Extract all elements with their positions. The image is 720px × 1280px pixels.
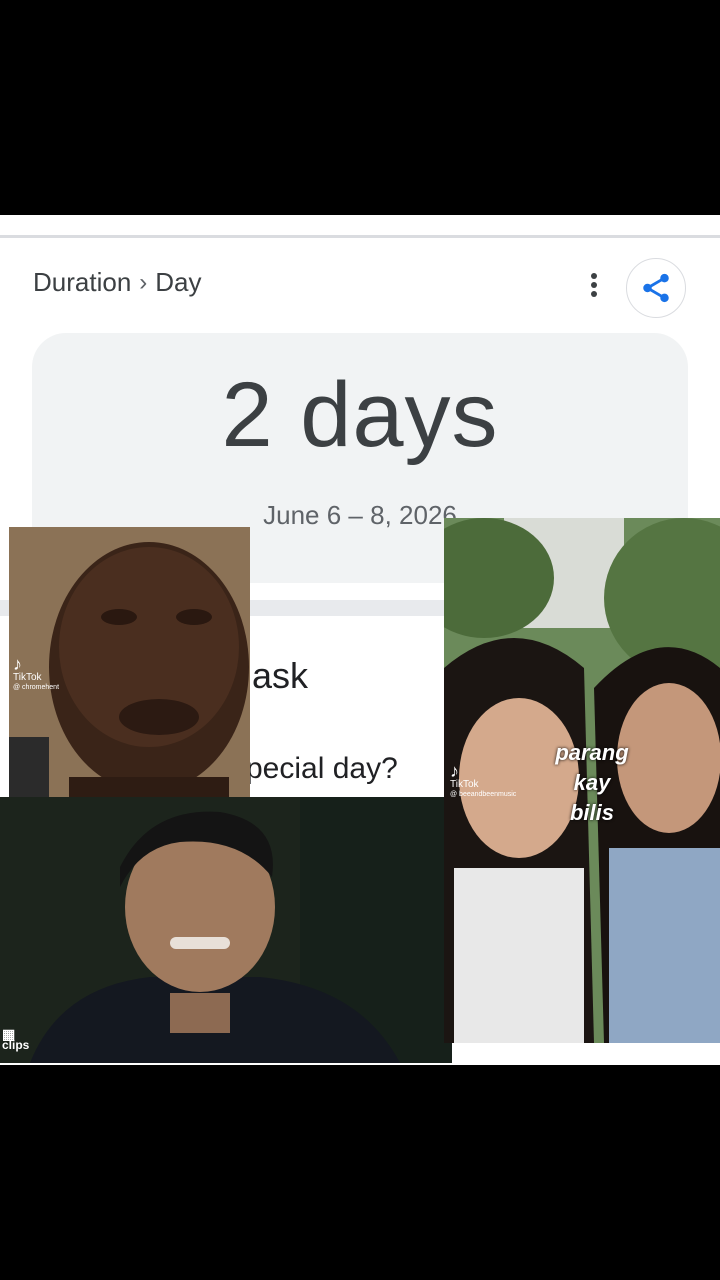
tiktok-handle-label: @ chromehent	[13, 684, 60, 691]
breadcrumb-separator: ›	[139, 268, 148, 296]
duration-value: 2 days	[221, 364, 499, 466]
video-overlay-2[interactable]: ♪ TikTok @ beeandbeenmusic parang kay bi…	[444, 518, 720, 1043]
video-overlay-1[interactable]: ♪ TikTok @ chromehent	[9, 527, 250, 812]
breadcrumb: Duration › Day	[33, 267, 202, 298]
more-vert-icon[interactable]	[582, 270, 606, 304]
tiktok-brand-label: TikTok	[450, 779, 479, 790]
clips-brand-label: clips	[2, 1038, 30, 1052]
share-icon	[643, 273, 669, 303]
caption-line-2: kay	[573, 770, 611, 795]
people-also-ask-partial: ask	[252, 655, 309, 696]
share-button[interactable]	[626, 258, 686, 318]
video-caption: parang kay bilis	[542, 738, 642, 828]
caption-line-3: bilis	[569, 800, 614, 825]
tiktok-handle-label: @ beeandbeenmusic	[450, 791, 517, 798]
breadcrumb-day[interactable]: Day	[155, 267, 201, 298]
question-partial[interactable]: pecial day?	[246, 752, 398, 786]
video-overlay-3[interactable]: ▦ clips	[0, 797, 452, 1063]
top-divider	[0, 235, 720, 238]
tiktok-watermark-2: ♪ TikTok @ beeandbeenmusic	[450, 762, 516, 800]
clips-watermark: ▦ clips	[2, 1027, 30, 1052]
breadcrumb-duration[interactable]: Duration	[33, 267, 131, 298]
tiktok-watermark-1: ♪ TikTok @ chromehent	[13, 655, 59, 693]
tiktok-brand-label: TikTok	[13, 672, 42, 683]
caption-line-1: parang	[555, 740, 629, 765]
tiktok-logo-icon: ♪	[450, 761, 459, 781]
tiktok-logo-icon: ♪	[13, 654, 22, 674]
person-angry-image	[0, 797, 452, 1063]
